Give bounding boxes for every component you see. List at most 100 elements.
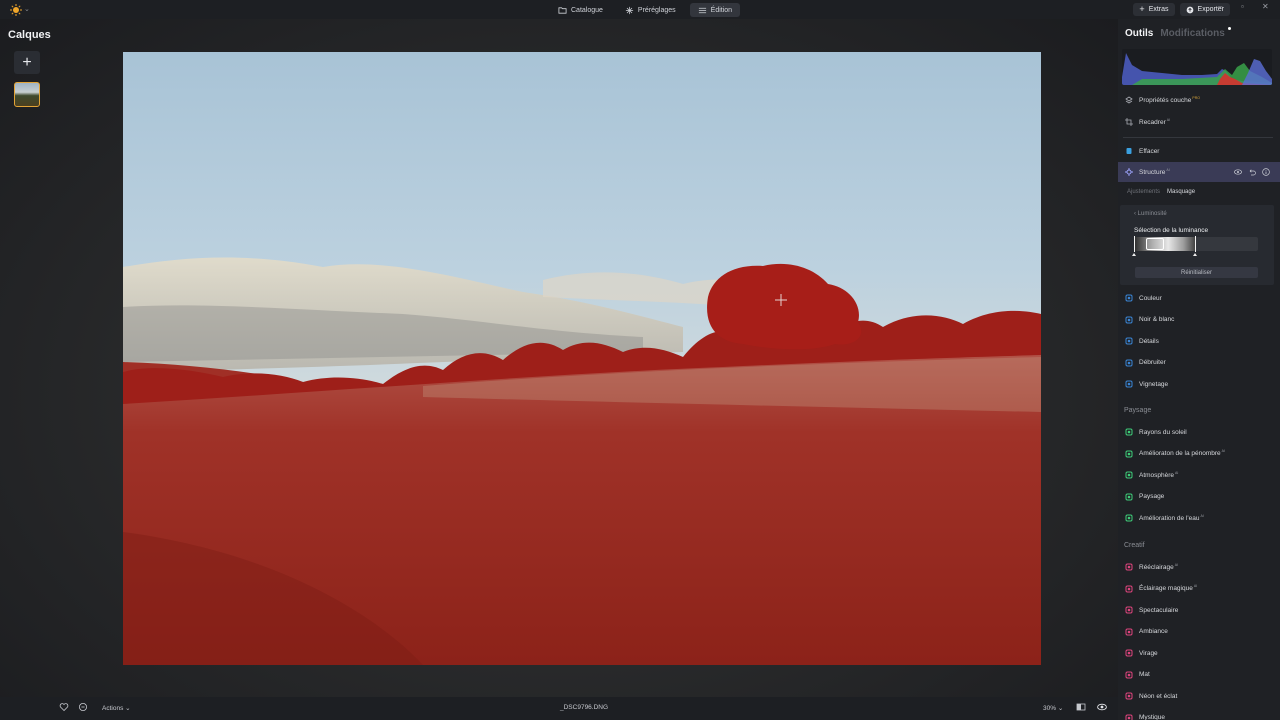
- water-drop-icon: [1125, 514, 1133, 522]
- info-icon[interactable]: [1262, 168, 1270, 176]
- luminance-range-slider[interactable]: [1132, 236, 1258, 256]
- subtab-masking[interactable]: Masquage: [1167, 189, 1195, 195]
- tool-label: Amélioraton de la pénombreAI: [1139, 449, 1225, 458]
- tool-structure[interactable]: StructureAI: [1118, 162, 1280, 182]
- tool-dusk[interactable]: Amélioraton de la pénombreAI: [1118, 444, 1280, 464]
- tool-label: Rayons du soleil: [1139, 428, 1187, 436]
- tool-landscape[interactable]: Paysage: [1118, 487, 1280, 507]
- range-end-marker[interactable]: [1195, 236, 1196, 252]
- luminance-mask-panel: ‹ Luminosité Sélection de la luminance R…: [1120, 205, 1274, 285]
- tool-label: RecadrerAI: [1139, 117, 1171, 127]
- tool-label: StructureAI: [1139, 167, 1170, 177]
- tool-label: Amélioration de l'eauAI: [1139, 513, 1204, 523]
- neon-icon: [1125, 692, 1133, 700]
- color-icon: [1125, 294, 1133, 302]
- photo-canvas[interactable]: [123, 52, 1041, 665]
- tool-vignette[interactable]: Vignetage: [1118, 374, 1280, 394]
- add-layer-button[interactable]: +: [14, 51, 40, 74]
- tab-edit[interactable]: Édition: [689, 3, 741, 17]
- tool-water-drop[interactable]: Amélioration de l'eauAI: [1118, 508, 1280, 528]
- eraser-icon: [1125, 147, 1133, 155]
- layers-title: Calques: [8, 29, 51, 41]
- layers-icon: [1125, 96, 1133, 104]
- tool-neon[interactable]: Néon et éclat: [1118, 686, 1280, 706]
- tool-atmosphere[interactable]: AtmosphèreAI: [1118, 465, 1280, 485]
- preview-eye-icon[interactable]: [1097, 702, 1107, 712]
- tool-color[interactable]: Couleur: [1118, 288, 1280, 308]
- tool-label: Mystique: [1139, 714, 1166, 720]
- tool-matte[interactable]: Mat: [1118, 665, 1280, 685]
- divider: [1123, 137, 1273, 138]
- bottom-bar: Actions ⌄ _DSC9796.DNG 30% ⌄: [0, 697, 1118, 720]
- close-icon[interactable]: ✕: [1262, 2, 1269, 11]
- tool-denoise[interactable]: Débruiter: [1118, 353, 1280, 373]
- vignette-icon: [1125, 380, 1133, 388]
- sparkle-icon: [625, 6, 634, 14]
- tool-label: Propriétés couchePRO: [1139, 95, 1200, 105]
- actions-menu[interactable]: Actions ⌄: [102, 704, 131, 712]
- tool-label: RééclairageAI: [1139, 562, 1178, 572]
- plus-icon: +: [1139, 4, 1145, 14]
- tool-sunrays[interactable]: Rayons du soleil: [1118, 422, 1280, 442]
- tool-toning[interactable]: Virage: [1118, 643, 1280, 663]
- range-handle[interactable]: [1146, 238, 1164, 250]
- tool-label: Néon et éclat: [1139, 692, 1178, 700]
- minimize-icon[interactable]: –: [1218, 2, 1222, 11]
- bw-icon: [1125, 316, 1133, 324]
- tab-tools[interactable]: Outils: [1125, 28, 1153, 39]
- tool-relight[interactable]: RééclairageAI: [1118, 557, 1280, 577]
- tool-bw[interactable]: Noir & blanc: [1118, 310, 1280, 330]
- reject-icon[interactable]: [78, 702, 88, 712]
- tab-catalogue[interactable]: Catalogue: [550, 3, 611, 17]
- right-panel: Outils Modifications Propriétés couchePR…: [1118, 19, 1280, 720]
- crop-icon: [1125, 118, 1133, 126]
- folder-icon: [558, 6, 567, 14]
- maximize-icon[interactable]: ▫: [1241, 2, 1244, 11]
- range-start-triangle[interactable]: [1132, 253, 1136, 256]
- matte-icon: [1125, 671, 1133, 679]
- mode-switcher: Catalogue Préréglages Édition: [550, 3, 741, 17]
- tool-label: Effacer: [1139, 147, 1160, 155]
- chevron-down-icon[interactable]: ⌄: [24, 5, 30, 13]
- luminance-title: Sélection de la luminance: [1134, 227, 1209, 234]
- tool-magic-light[interactable]: Éclairage magiqueAI: [1118, 579, 1280, 599]
- sun-icon[interactable]: [10, 4, 22, 16]
- reset-button[interactable]: Réinitialiser: [1135, 267, 1258, 278]
- top-bar: ⌄ Catalogue Préréglages Édition + Extras…: [0, 0, 1280, 19]
- export-icon: [1186, 6, 1193, 13]
- tool-crop[interactable]: RecadrerAI: [1118, 112, 1280, 132]
- tool-label: Paysage: [1139, 493, 1165, 500]
- tool-mood[interactable]: Ambiance: [1118, 622, 1280, 642]
- section-creative: Creatif: [1124, 542, 1145, 549]
- zoom-selector[interactable]: 30% ⌄: [1043, 704, 1063, 712]
- section-landscape: Paysage: [1124, 407, 1152, 414]
- tab-label: Édition: [710, 6, 733, 14]
- tab-presets[interactable]: Préréglages: [617, 3, 684, 17]
- tool-mystical[interactable]: Mystique: [1118, 708, 1280, 720]
- range-end-triangle[interactable]: [1193, 253, 1197, 256]
- details-icon: [1125, 337, 1133, 345]
- tool-label: Éclairage magiqueAI: [1139, 584, 1198, 593]
- extras-button[interactable]: + Extras: [1133, 3, 1175, 16]
- undo-icon[interactable]: [1248, 168, 1256, 176]
- tab-modifications[interactable]: Modifications: [1160, 28, 1224, 39]
- eye-icon[interactable]: [1234, 168, 1242, 176]
- subtab-adjustments[interactable]: Ajustements: [1127, 189, 1160, 195]
- back-link[interactable]: ‹ Luminosité: [1134, 211, 1167, 217]
- compare-icon[interactable]: [1076, 702, 1086, 712]
- tab-label: Catalogue: [571, 6, 603, 14]
- mood-icon: [1125, 628, 1133, 636]
- relight-icon: [1125, 563, 1133, 571]
- structure-icon: [1125, 168, 1133, 176]
- tool-layer-properties[interactable]: Propriétés couchePRO: [1118, 90, 1280, 110]
- layer-thumbnail[interactable]: [14, 82, 40, 107]
- heart-icon[interactable]: [59, 702, 69, 712]
- magic-light-icon: [1125, 585, 1133, 593]
- tool-erase[interactable]: Effacer: [1118, 141, 1280, 161]
- tool-dramatic[interactable]: Spectaculaire: [1118, 600, 1280, 620]
- tool-label: Noir & blanc: [1139, 316, 1175, 323]
- tool-label: Débruiter: [1139, 359, 1166, 366]
- range-start-marker[interactable]: [1134, 236, 1135, 252]
- tool-details[interactable]: Détails: [1118, 331, 1280, 351]
- top-actions: + Extras Exporter: [1133, 3, 1230, 16]
